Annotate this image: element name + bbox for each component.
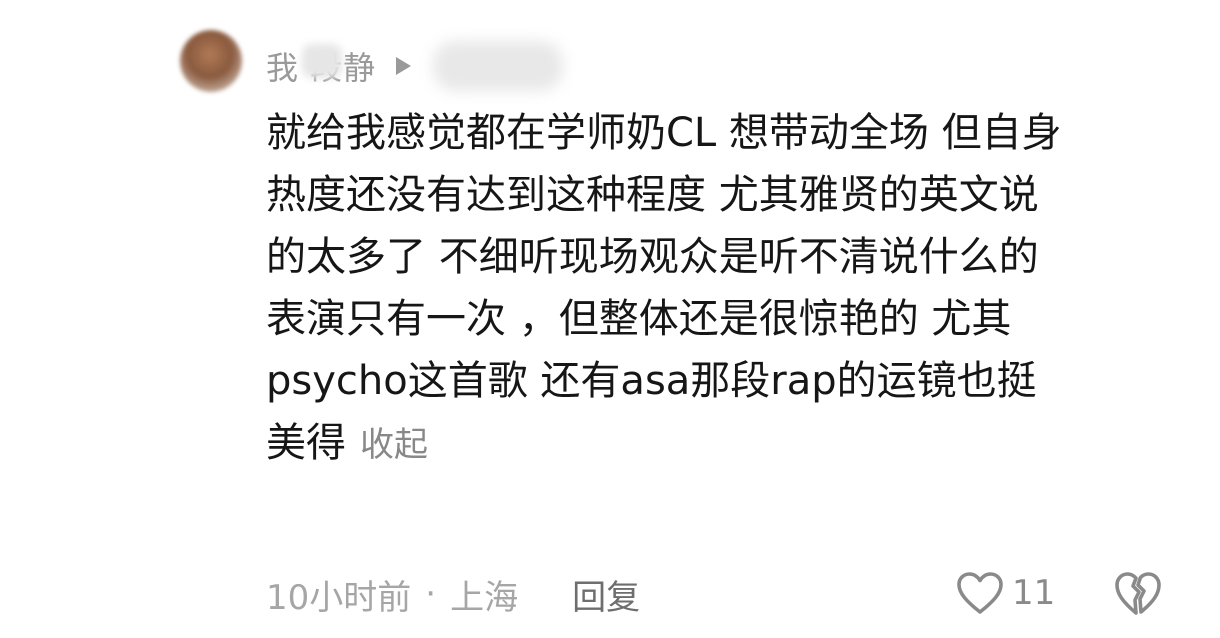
comment-text: 就给我感觉都在学师奶CL 想带动全场 但自身 热度还没有达到这种程度 尤其雅贤的… xyxy=(266,102,1196,474)
timestamp: 10小时前 xyxy=(266,577,412,618)
broken-heart-icon[interactable] xyxy=(1114,570,1162,616)
comment-line: 的太多了 不细听现场观众是听不清说什么的 xyxy=(266,234,1039,280)
reply-to-arrow-icon xyxy=(396,57,412,75)
comment-line: 就给我感觉都在学师奶CL 想带动全场 但自身 xyxy=(266,110,1062,156)
avatar[interactable] xyxy=(180,30,242,92)
username-redaction xyxy=(302,44,342,78)
comment-line: 表演只有一次 ，但整体还是很惊艳的 尤其 xyxy=(266,296,1012,342)
meta-separator: · xyxy=(425,574,437,614)
heart-outline-icon xyxy=(957,572,1003,614)
like-count: 11 xyxy=(1012,573,1056,613)
comment-line-text: 美得 xyxy=(266,420,346,466)
comment-line-last: 美得 收起 xyxy=(266,412,1196,474)
reply-target-name[interactable] xyxy=(433,41,564,91)
comment-line: 热度还没有达到这种程度 尤其雅贤的英文说 xyxy=(266,172,1039,218)
comment-line: psycho这首歌 还有asa那段rap的运镜也挺 xyxy=(266,358,1037,404)
like-button[interactable]: 11 xyxy=(956,566,1055,620)
ip-location: 上海 xyxy=(450,577,519,618)
reply-button[interactable]: 回复 xyxy=(572,570,640,619)
collapse-button[interactable]: 收起 xyxy=(360,425,428,465)
